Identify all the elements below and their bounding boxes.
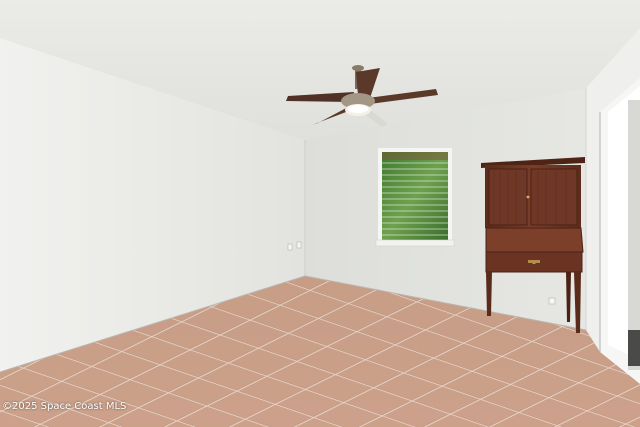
watermark-text: ©2025 Space Coast MLS	[2, 401, 127, 412]
room-photo	[0, 0, 640, 427]
window-with-blinds	[375, 148, 455, 247]
